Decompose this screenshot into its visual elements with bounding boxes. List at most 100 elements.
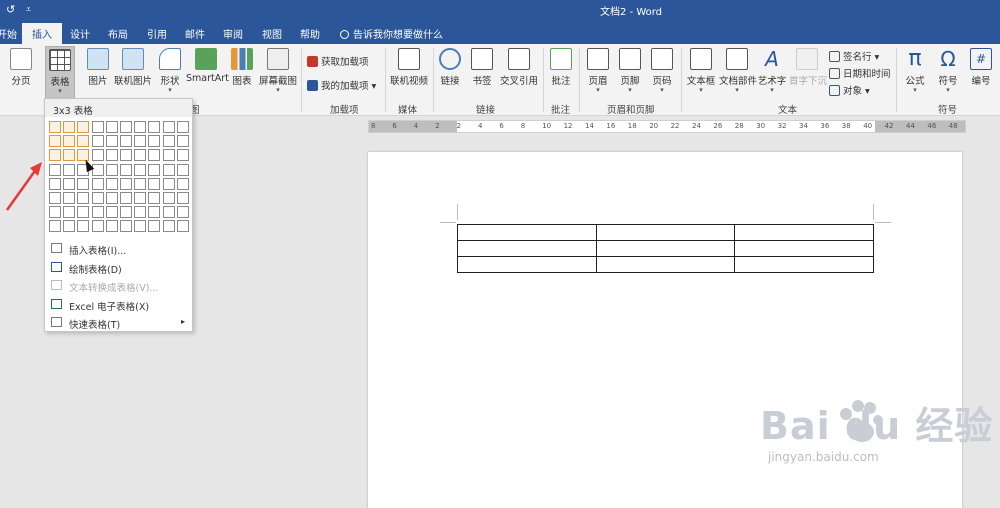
table-cell[interactable]	[457, 240, 597, 257]
online-video-button[interactable]: 联机视频	[389, 48, 429, 87]
shapes-button[interactable]: 形状 ▾	[157, 48, 183, 94]
table-grid-cell[interactable]	[148, 177, 161, 190]
table-grid-cell[interactable]	[105, 121, 118, 133]
table-grid-cell[interactable]	[120, 220, 132, 233]
table-grid-cell-selected[interactable]	[63, 121, 76, 133]
table-grid-cell[interactable]	[134, 192, 147, 204]
table-grid-cell[interactable]	[120, 192, 132, 204]
comment-button[interactable]: 批注	[548, 48, 574, 87]
table-grid-cell[interactable]	[77, 177, 90, 190]
excel-spreadsheet-item[interactable]: Excel 电子表格(X)	[49, 296, 189, 313]
table-grid-cell[interactable]	[134, 135, 147, 148]
table-grid-cell[interactable]	[105, 163, 118, 176]
table-cell[interactable]	[734, 224, 874, 241]
table-grid-cell[interactable]	[148, 220, 161, 233]
table-grid-cell[interactable]	[91, 163, 104, 176]
table-grid-cell[interactable]	[63, 220, 76, 233]
table-cell[interactable]	[457, 256, 597, 273]
page-break-button[interactable]: 分页	[6, 48, 36, 87]
table-grid-cell[interactable]	[105, 206, 118, 219]
table-grid-cell[interactable]	[91, 192, 104, 204]
table-grid-cell[interactable]	[148, 192, 161, 204]
table-button[interactable]: 表格 ▾	[45, 46, 75, 100]
table-grid-cell[interactable]	[105, 220, 118, 233]
header-button[interactable]: 页眉 ▾	[585, 48, 611, 94]
table-grid-cell[interactable]	[63, 192, 76, 204]
table-grid-cell[interactable]	[49, 177, 61, 190]
table-grid-cell[interactable]	[176, 163, 189, 176]
table-grid-cell-selected[interactable]	[77, 135, 90, 148]
table-grid-cell-selected[interactable]	[77, 121, 90, 133]
quick-access-dropdown-icon[interactable]: ⩡	[26, 5, 31, 15]
table-grid-cell[interactable]	[162, 206, 175, 219]
link-button[interactable]: 链接	[438, 48, 462, 87]
undo-icon[interactable]: ↺	[6, 3, 15, 16]
table-grid-cell[interactable]	[134, 220, 147, 233]
table-grid-cell[interactable]	[120, 135, 132, 148]
date-time-button[interactable]: 日期和时间	[829, 66, 891, 80]
table-grid-cell-selected[interactable]	[49, 135, 61, 148]
table-grid-cell[interactable]	[49, 220, 61, 233]
bookmark-button[interactable]: 书签	[470, 48, 494, 87]
table-grid-cell[interactable]	[162, 220, 175, 233]
table-grid-cell[interactable]	[134, 206, 147, 219]
table-cell[interactable]	[457, 224, 597, 241]
table-grid-cell[interactable]	[176, 177, 189, 190]
equation-button[interactable]: π 公式 ▾	[901, 48, 929, 94]
my-addins-button[interactable]: 我的加载项 ▾	[307, 78, 376, 92]
table-grid-cell[interactable]	[77, 192, 90, 204]
horizontal-ruler[interactable]: 8 6 4 2 2 4 6 8 10 12 14 16 18 20 22 24 26 28 30 32 34 36 38 40…	[368, 120, 966, 133]
symbol-button[interactable]: Ω 符号 ▾	[934, 48, 962, 94]
table-grid-cell[interactable]	[148, 149, 161, 162]
signature-line-button[interactable]: 签名行 ▾	[829, 49, 879, 63]
table-grid-cell[interactable]	[176, 192, 189, 204]
table-grid-cell[interactable]	[105, 192, 118, 204]
table-grid-cell[interactable]	[162, 135, 175, 148]
table-grid-cell[interactable]	[176, 206, 189, 219]
textbox-button[interactable]: 文本框 ▾	[685, 48, 717, 94]
page-number-button[interactable]: 页码 ▾	[649, 48, 675, 94]
table-grid-cell[interactable]	[63, 206, 76, 219]
table-grid-cell[interactable]	[120, 206, 132, 219]
table-grid-cell[interactable]	[105, 177, 118, 190]
table-cell[interactable]	[595, 224, 736, 241]
table-grid-cell[interactable]	[148, 206, 161, 219]
table-grid-cell[interactable]	[77, 220, 90, 233]
tab-view[interactable]: 视图	[262, 26, 282, 41]
table-grid-cell[interactable]	[176, 121, 189, 133]
get-addins-button[interactable]: 获取加载项	[307, 54, 369, 68]
table-grid-cell[interactable]	[105, 149, 118, 162]
table-grid-cell[interactable]	[91, 121, 104, 133]
table-grid-cell[interactable]	[162, 149, 175, 162]
table-grid-cell[interactable]	[148, 135, 161, 148]
footer-button[interactable]: 页脚 ▾	[617, 48, 643, 94]
table-grid-cell[interactable]	[148, 163, 161, 176]
insert-table-item[interactable]: 插入表格(I)...	[49, 240, 189, 257]
table-grid-cell[interactable]	[176, 220, 189, 233]
wordart-button[interactable]: A 艺术字 ▾	[757, 48, 787, 94]
table-cell[interactable]	[595, 240, 736, 257]
document-table[interactable]	[457, 224, 874, 273]
cross-reference-button[interactable]: 交叉引用	[499, 48, 539, 87]
table-cell[interactable]	[595, 256, 736, 273]
table-grid-cell[interactable]	[162, 163, 175, 176]
table-grid-cell[interactable]	[134, 121, 147, 133]
table-grid-cell[interactable]	[134, 149, 147, 162]
tab-layout[interactable]: 布局	[108, 26, 128, 41]
numbering-button[interactable]: # 编号	[967, 48, 995, 87]
table-grid-cell[interactable]	[162, 121, 175, 133]
table-grid-cell-selected[interactable]	[63, 149, 76, 162]
table-grid-cell-selected[interactable]	[49, 149, 61, 162]
table-cell[interactable]	[734, 256, 874, 273]
table-cell[interactable]	[734, 240, 874, 257]
table-grid-cell[interactable]	[63, 177, 76, 190]
table-grid-cell[interactable]	[49, 163, 61, 176]
table-grid-cell[interactable]	[148, 121, 161, 133]
table-grid-cell[interactable]	[162, 177, 175, 190]
table-grid-cell[interactable]	[120, 121, 132, 133]
table-grid-cell[interactable]	[77, 206, 90, 219]
table-grid-cell[interactable]	[91, 149, 104, 162]
table-grid-cell[interactable]	[63, 163, 76, 176]
tab-design[interactable]: 设计	[70, 26, 90, 41]
quick-parts-button[interactable]: 文档部件 ▾	[719, 48, 757, 94]
